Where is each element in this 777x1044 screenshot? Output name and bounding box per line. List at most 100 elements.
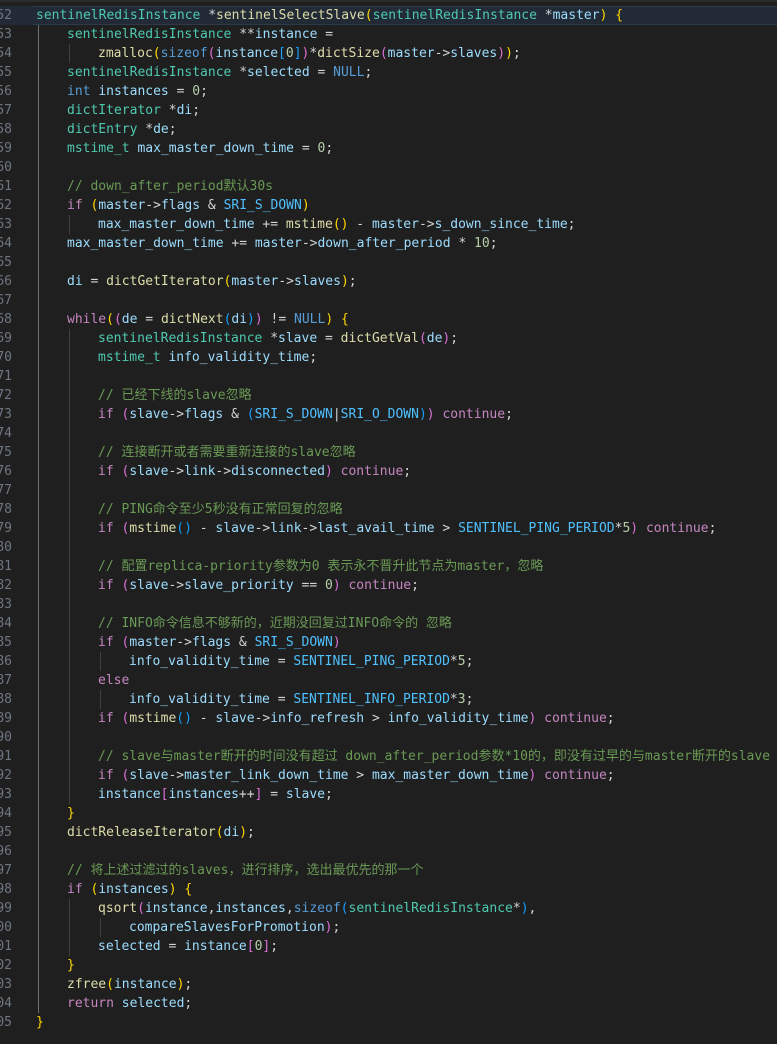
code-text: return selected; [67, 994, 192, 1013]
code-line[interactable]: 70 mstime_t info_validity_time; [0, 348, 777, 367]
code-text: info_validity_time = SENTINEL_INFO_PERIO… [129, 690, 473, 709]
token-var: de [153, 122, 169, 137]
code-line[interactable]: 89 if (mstime() - slave->info_refresh > i… [0, 709, 777, 728]
token-plain: - [191, 711, 216, 726]
token-func: dictSize [317, 46, 380, 61]
token-var: master [98, 198, 146, 213]
code-line[interactable]: 58 dictEntry *de; [0, 120, 777, 139]
code-line[interactable]: 101 selected = instance[0]; [0, 937, 777, 956]
code-line[interactable]: 97 // 将上述过滤过的slaves，进行排序，选出最优先的那一个 [0, 861, 777, 880]
code-line[interactable]: 105} [0, 1013, 777, 1032]
code-line[interactable]: 67 [0, 291, 777, 310]
code-line[interactable]: 73 if (slave->flags & (SRI_S_DOWN|SRI_O_D… [0, 405, 777, 424]
token-plain: ; [184, 996, 193, 1011]
token-var: info_validity_time [129, 692, 270, 707]
code-line[interactable]: 88 info_validity_time = SENTINEL_INFO_PER… [0, 690, 777, 709]
code-line[interactable]: 75 // 连接断开或者需要重新连接的slave忽略 [0, 443, 777, 462]
token-var: slave_priority [184, 578, 294, 593]
code-line[interactable]: 79 if (mstime() - slave->link->last_avail… [0, 519, 777, 538]
code-line[interactable]: 59 mstime_t max_master_down_time = 0; [0, 139, 777, 158]
code-line[interactable]: 80 [0, 538, 777, 557]
token-num: 0 [285, 46, 294, 61]
code-line[interactable]: 63 max_master_down_time += mstime() - mas… [0, 215, 777, 234]
code-line[interactable]: 81 // 配置replica-priority参数为0 表示永不晋升此节点为ma… [0, 557, 777, 576]
indent-guide [38, 215, 39, 234]
code-line[interactable]: 98 if (instances) { [0, 880, 777, 899]
code-line[interactable]: 74 [0, 424, 777, 443]
code-line[interactable]: 65 [0, 253, 777, 272]
indent-guide [38, 633, 39, 652]
code-line[interactable]: 72 // 已经下线的slave忽略 [0, 386, 777, 405]
code-line[interactable]: 64 max_master_down_time += master->down_a… [0, 234, 777, 253]
code-line[interactable]: 77 [0, 481, 777, 500]
code-line[interactable]: 96 [0, 842, 777, 861]
code-line[interactable]: 53 sentinelRedisInstance **instance = [0, 25, 777, 44]
code-line[interactable]: 84 // INFO命令信息不够新的，近期没回复过INFO命令的 忽略 [0, 614, 777, 633]
code-line[interactable]: 68 while((de = dictNext(di)) != NULL) { [0, 310, 777, 329]
token-b1: () [332, 217, 349, 232]
code-text: } [67, 956, 75, 975]
line-number: 95 [0, 825, 12, 840]
token-plain: += [254, 217, 286, 232]
code-line[interactable]: 82 if (slave->slave_priority == 0) contin… [0, 576, 777, 595]
code-line[interactable]: 56 int instances = 0; [0, 82, 777, 101]
token-var: di [67, 274, 83, 289]
code-line[interactable]: 69 sentinelRedisInstance *slave = dictGet… [0, 329, 777, 348]
code-line[interactable]: 60 [0, 158, 777, 177]
code-line[interactable]: 54 zmalloc(sizeof(instance[0])*dictSize(m… [0, 44, 777, 63]
code-line[interactable]: 78 // PING命令至少5秒没有正常回复的忽略 [0, 500, 777, 519]
line-number: 86 [0, 654, 12, 669]
code-line[interactable]: 100 compareSlavesForPromotion); [0, 918, 777, 937]
indent-guide [38, 405, 39, 424]
indent-guide [69, 44, 70, 63]
code-line[interactable]: 61 // down_after_period默认30s [0, 177, 777, 196]
token-kw: sizeof [160, 46, 208, 61]
code-line[interactable]: 83 [0, 595, 777, 614]
code-line[interactable]: 104 return selected; [0, 994, 777, 1013]
code-line[interactable]: 102} [0, 956, 777, 975]
code-line[interactable]: 52 sentinelRedisInstance *sentinelSelectS… [0, 6, 777, 25]
code-line[interactable]: 62 if (master->flags & SRI_S_DOWN) [0, 196, 777, 215]
code-line[interactable]: 93 instance[instances++] = slave; [0, 785, 777, 804]
indent-guide [38, 709, 39, 728]
code-text: if (master->flags & SRI_S_DOWN) [67, 196, 310, 215]
token-plain: = [168, 84, 193, 99]
token-plain: = [269, 692, 294, 707]
token-plain: ; [465, 692, 474, 707]
code-text: info_validity_time = SENTINEL_PING_PERIO… [129, 652, 473, 671]
code-line[interactable]: 90 [0, 728, 777, 747]
code-line[interactable]: 76 if (slave->link->disconnected) continu… [0, 462, 777, 481]
code-line[interactable]: 91 // slave与master断开的时间没有超过 down_after_pe… [0, 747, 777, 766]
code-line[interactable]: 57 dictIterator *di; [0, 101, 777, 120]
code-text: if (mstime() - slave->link->last_avail_t… [98, 519, 716, 538]
token-b1: ) [505, 46, 513, 61]
token-plain: ; [505, 407, 513, 422]
token-plain: ** [231, 27, 255, 42]
token-plain: ; [325, 787, 333, 802]
code-line[interactable]: 95 dictReleaseIterator(di); [0, 823, 777, 842]
token-var: selected [247, 65, 310, 80]
code-line[interactable]: 71 [0, 367, 777, 386]
code-editor[interactable]: 52 sentinelRedisInstance *sentinelSelectS… [0, 0, 777, 1044]
code-line[interactable]: 66 di = dictGetIterator(master->slaves); [0, 272, 777, 291]
code-line[interactable]: 92 if (slave->master_link_down_time > max… [0, 766, 777, 785]
code-line[interactable]: 87 else [0, 671, 777, 690]
indent-guide [38, 652, 39, 671]
token-var: flags [160, 198, 201, 213]
line-number: 90 [0, 730, 12, 745]
indent-guide [38, 82, 39, 101]
token-var: down_after_period [317, 236, 451, 251]
indent-guide [69, 595, 70, 614]
line-number: 102 [0, 958, 12, 973]
code-line[interactable]: 103 zfree(instance); [0, 975, 777, 994]
code-line[interactable]: 85 if (master->flags & SRI_S_DOWN) [0, 633, 777, 652]
code-line[interactable]: 55 sentinelRedisInstance *selected = NULL… [0, 63, 777, 82]
code-line[interactable]: 94} [0, 804, 777, 823]
token-b1: ) [301, 198, 310, 213]
token-plain: - [348, 217, 372, 232]
code-line[interactable]: 86 info_validity_time = SENTINEL_PING_PER… [0, 652, 777, 671]
indent-guide [100, 690, 101, 709]
indent-guide [69, 348, 70, 367]
code-line[interactable]: 99 qsort(instance,instances,sizeof(sentin… [0, 899, 777, 918]
